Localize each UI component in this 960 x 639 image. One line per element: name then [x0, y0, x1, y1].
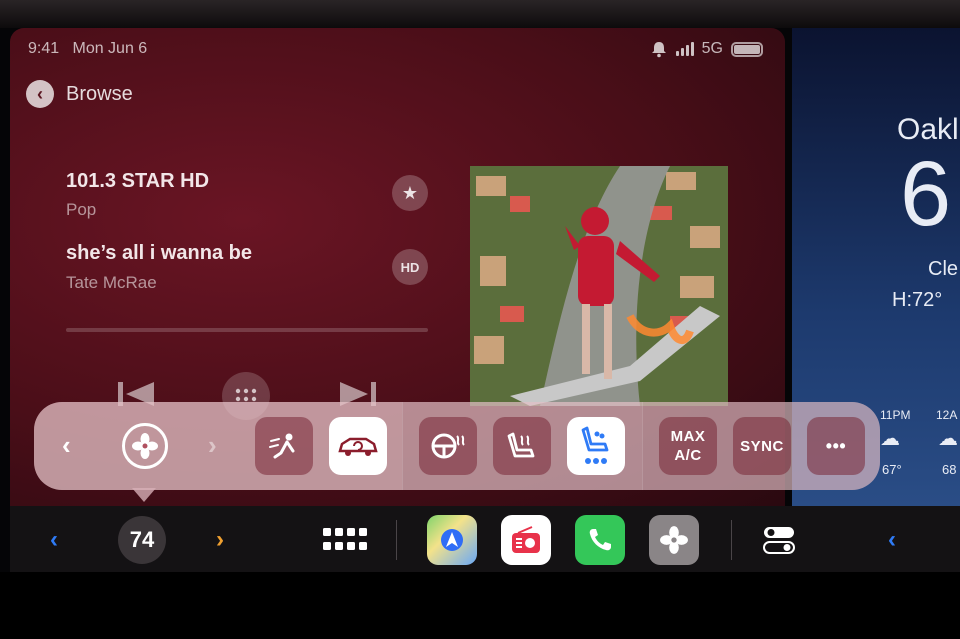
- fan-icon: [132, 433, 158, 459]
- climate-controls: ‹ › MAX A/C SYNC •••: [34, 402, 880, 490]
- back-button[interactable]: ‹ Browse: [26, 80, 133, 108]
- more-button[interactable]: •••: [807, 417, 865, 475]
- temperature-display[interactable]: 74: [118, 516, 166, 564]
- station-grid-button[interactable]: [222, 372, 270, 420]
- sync-label: SYNC: [740, 437, 784, 455]
- weather-city: Oakl: [897, 113, 959, 146]
- fan-increase-button[interactable]: ›: [208, 430, 217, 461]
- battery-icon: [731, 41, 763, 57]
- phone-icon: [589, 529, 611, 551]
- dock: ‹ 74 › ‹: [10, 506, 960, 572]
- hd-radio-button[interactable]: HD: [392, 249, 428, 285]
- fan-section: ‹ ›: [34, 402, 402, 490]
- ellipsis-icon: •••: [825, 435, 847, 456]
- fan-speed-control[interactable]: [122, 423, 168, 469]
- song-title: she’s all i wanna be: [66, 242, 252, 264]
- passenger-temp-decrease-button[interactable]: ‹: [888, 526, 896, 554]
- chevron-left-icon: ‹: [26, 80, 54, 108]
- bell-icon: [651, 42, 666, 58]
- temp-decrease-button[interactable]: ‹: [50, 526, 58, 554]
- song-artist: Tate McRae: [66, 273, 157, 292]
- seat-heat-button[interactable]: [493, 417, 551, 475]
- toggle-icon: [763, 527, 795, 554]
- bezel: [0, 0, 960, 28]
- max-ac-label: MAX A/C: [670, 428, 706, 464]
- status-bar-right: 5G: [650, 40, 763, 58]
- phone-app[interactable]: [575, 515, 625, 565]
- seat-heat-icon: [507, 432, 535, 458]
- car-recirculate-icon: [338, 437, 378, 456]
- steering-wheel-heat-icon: [431, 433, 465, 459]
- fan-icon: [660, 526, 688, 554]
- hd-icon: HD: [400, 259, 420, 275]
- maps-app[interactable]: [427, 515, 477, 565]
- station-name: 101.3 STAR HD: [66, 170, 210, 192]
- album-art: [470, 166, 728, 406]
- cloud-storm-icon: ☁: [938, 428, 958, 450]
- fan-decrease-button[interactable]: ‹: [62, 430, 71, 461]
- heat-section: [402, 402, 642, 490]
- forecast-time: 11PM: [880, 408, 911, 422]
- station-genre: Pop: [66, 200, 97, 219]
- status-time: 9:41: [28, 40, 60, 57]
- windshield-airflow-button[interactable]: [255, 417, 313, 475]
- signal-icon: [675, 42, 694, 56]
- dock-divider: [396, 520, 397, 560]
- back-label: Browse: [66, 82, 133, 105]
- forecast-temp: 68: [942, 462, 957, 477]
- forecast-time: 12A: [936, 408, 958, 422]
- weather-high: H:72°: [892, 289, 943, 311]
- recirculation-button[interactable]: [329, 417, 387, 475]
- temp-increase-button[interactable]: ›: [216, 526, 224, 554]
- app-grid-button[interactable]: [323, 528, 369, 557]
- steering-heat-button[interactable]: [419, 417, 477, 475]
- maps-icon: [441, 529, 463, 551]
- ac-section: MAX A/C SYNC •••: [642, 402, 880, 490]
- radio-icon: [512, 526, 540, 553]
- network-label: 5G: [701, 40, 723, 57]
- star-icon: ★: [401, 182, 419, 203]
- airflow-person-icon: [269, 433, 295, 459]
- max-ac-button[interactable]: MAX A/C: [659, 417, 717, 475]
- bezel-bottom: [0, 572, 960, 639]
- weather-temperature: 6: [900, 143, 952, 245]
- sync-button[interactable]: SYNC: [733, 417, 791, 475]
- climate-app[interactable]: [649, 515, 699, 565]
- dock-divider: [731, 520, 732, 560]
- forecast-temp: 67°: [882, 462, 902, 477]
- progress-bar[interactable]: [66, 328, 428, 332]
- cloud-moon-icon: ☁: [880, 428, 900, 450]
- app-grid-icon: [323, 528, 367, 550]
- weather-condition: Cle: [928, 258, 959, 280]
- seat-cooling-button[interactable]: [567, 417, 625, 475]
- status-date: Mon Jun 6: [72, 40, 148, 57]
- seat-fan-icon: [581, 426, 609, 464]
- radio-app[interactable]: [501, 515, 551, 565]
- favorite-button[interactable]: ★: [392, 175, 428, 211]
- popover-pointer: [132, 488, 156, 502]
- temperature-value: 74: [129, 527, 155, 552]
- controls-toggle-button[interactable]: [763, 526, 795, 559]
- carplay-screen: 9:41 Mon Jun 6 5G ‹ Browse 101.3 STAR HD…: [0, 0, 960, 639]
- status-bar-left: 9:41 Mon Jun 6: [28, 40, 147, 58]
